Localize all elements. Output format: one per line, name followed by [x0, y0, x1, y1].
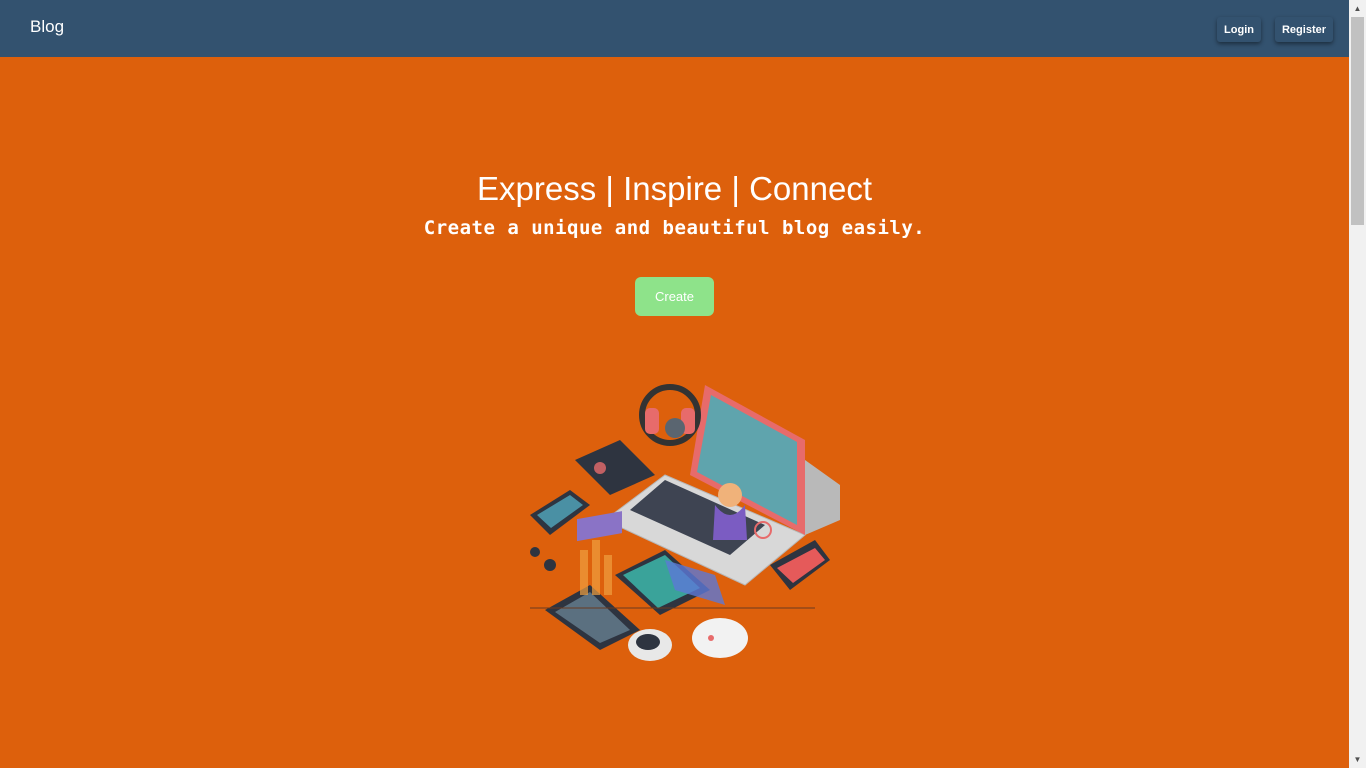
folder: [577, 511, 622, 542]
tablet: [575, 440, 655, 495]
person: [718, 483, 742, 507]
create-button[interactable]: Create: [635, 277, 714, 316]
scroll-thumb[interactable]: [1351, 17, 1364, 225]
brand-logo[interactable]: Blog: [30, 17, 64, 37]
hero-illustration: [530, 384, 840, 661]
arrow-down-icon[interactable]: ▼: [1349, 751, 1366, 768]
vertical-scrollbar[interactable]: ▲ ▼: [1349, 0, 1366, 768]
hero-subtitle: Create a unique and beautiful blog easil…: [423, 217, 926, 239]
top-navbar: Blog Login Register: [0, 0, 1349, 57]
register-button[interactable]: Register: [1275, 17, 1333, 42]
login-button[interactable]: Login: [1217, 17, 1261, 42]
arrow-up-icon[interactable]: ▲: [1349, 0, 1366, 17]
mouse: [692, 618, 748, 658]
hero-title: Express | Inspire | Connect: [477, 170, 872, 207]
